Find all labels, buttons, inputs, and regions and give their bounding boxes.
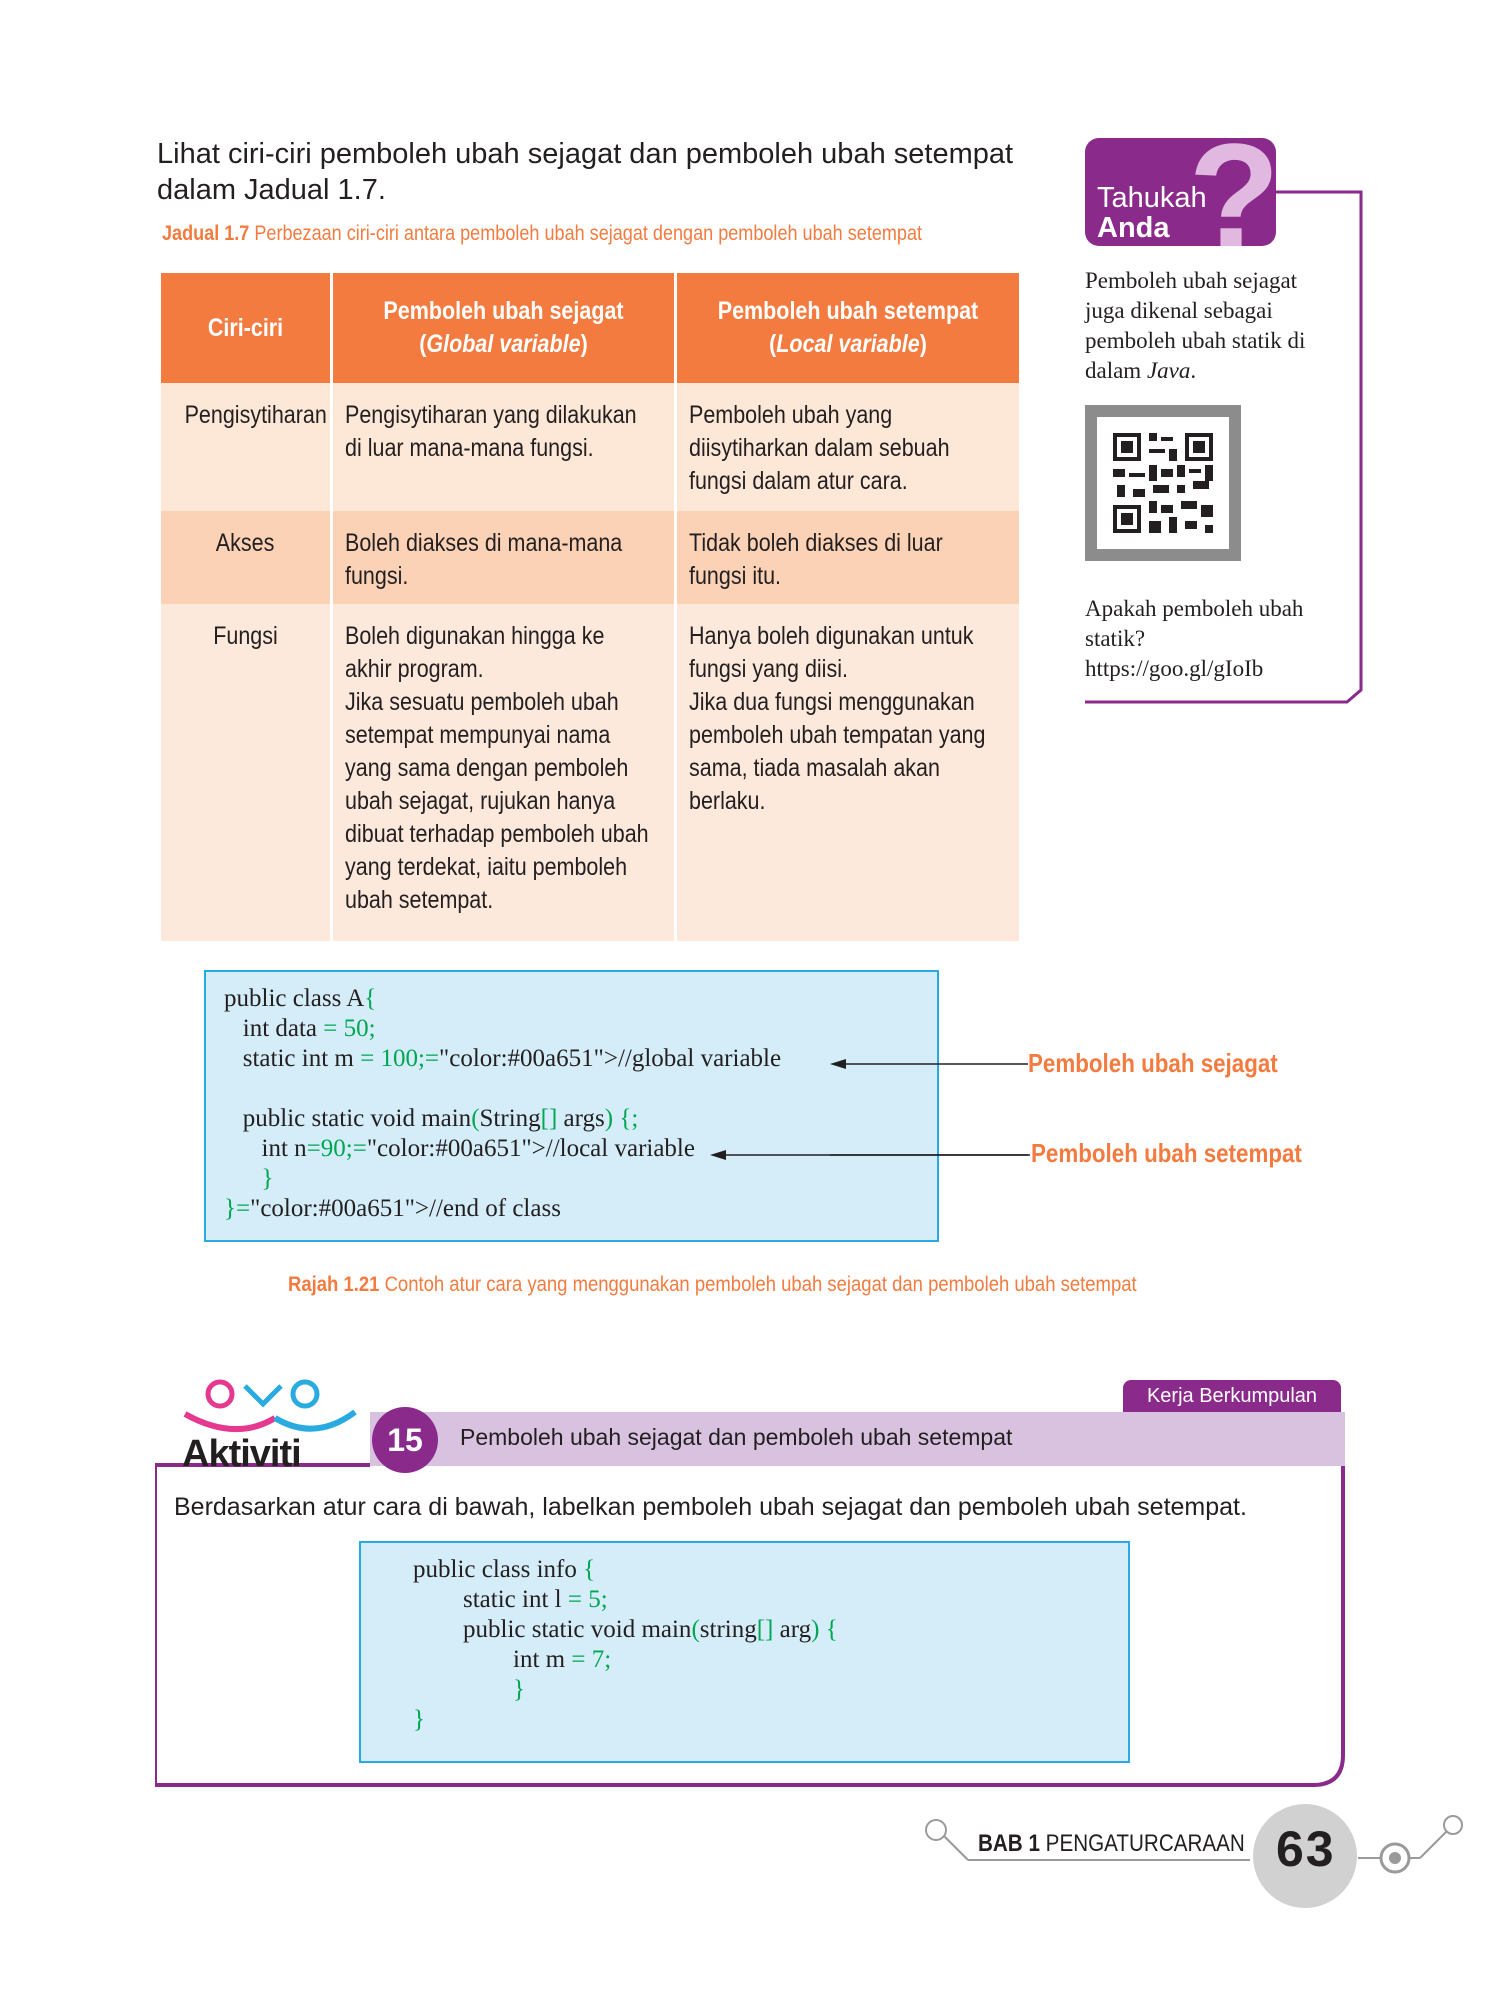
code-line: }="color:#00a651">//end of class	[224, 1195, 561, 1222]
arrow-left-icon	[830, 1059, 846, 1069]
code-line: }	[261, 1165, 274, 1192]
header-ciri-ciri: Ciri-ciri	[161, 273, 333, 383]
footer-chapter: BAB 1 PENGATURCARAAN	[978, 1830, 1245, 1857]
code-line: static int m = 100;="color:#00a651">//gl…	[224, 1045, 782, 1072]
table-caption-label: Jadual 1.7	[162, 222, 250, 245]
local-cell: Pemboleh ubah yang	[689, 401, 893, 429]
code-line: }	[413, 1706, 425, 1733]
local-cell: Tidak boleh diakses di luar	[689, 529, 943, 557]
page-number: 63	[1276, 1821, 1336, 1877]
feature-cell: Akses	[216, 529, 275, 557]
code-line: int n=90;="color:#00a651">//local variab…	[224, 1135, 695, 1162]
table-caption-text: Perbezaan ciri-ciri antara pemboleh ubah…	[254, 222, 923, 245]
code-line: int data = 50;	[224, 1015, 376, 1042]
sidebar-link[interactable]: https://goo.gl/gIoIb	[1085, 654, 1340, 684]
arrow-left-icon	[710, 1150, 726, 1160]
table-row: Pengisytiharan Pengisytiharan yang dilak…	[161, 383, 1019, 511]
annotation-arrows	[830, 1059, 1028, 1156]
figure-caption: Rajah 1.21 Contoh atur cara yang menggun…	[288, 1273, 1137, 1296]
code-line: public static void main(string[] arg) {	[413, 1616, 838, 1643]
code-block: public class A{ int data = 50; static in…	[224, 984, 781, 1224]
global-cell: Boleh digunakan hingga ke	[345, 622, 605, 650]
feature-cell: Fungsi	[213, 622, 278, 650]
code-line: }	[513, 1676, 525, 1703]
code-line: public class A{	[224, 985, 377, 1012]
badge-line2: Anda	[1097, 212, 1170, 244]
code-example-box: public class A{ int data = 50; static in…	[204, 970, 939, 1242]
kerja-berkumpulan-tab: Kerja Berkumpulan	[1123, 1380, 1341, 1412]
tahukah-anda-badge: ? Tahukah Anda	[1085, 138, 1276, 246]
label-global: Pemboleh ubah sejagat	[1028, 1048, 1278, 1078]
badge-line1: Tahukah	[1097, 182, 1207, 214]
comparison-table: Ciri-ciri Pemboleh ubah sejagat (Global …	[161, 273, 1019, 941]
table-caption: Jadual 1.7 Perbezaan ciri-ciri antara pe…	[162, 222, 923, 246]
code-block: public class info { static int l = 5; pu…	[413, 1555, 838, 1735]
global-cell: Boleh diakses di mana-mana	[345, 529, 623, 557]
code-line: public class info {	[413, 1556, 596, 1583]
label-local: Pemboleh ubah setempat	[1031, 1138, 1302, 1168]
code-line: int m = 7;	[413, 1646, 612, 1673]
local-cell: Hanya boleh digunakan untuk	[689, 622, 974, 650]
arrow-local	[710, 1150, 1030, 1160]
table-row: Fungsi Boleh digunakan hingga ke akhir p…	[161, 604, 1019, 941]
activity-number: 15	[372, 1407, 438, 1473]
table-row: Akses Boleh diakses di mana-mana fungsi.…	[161, 511, 1019, 604]
intro-paragraph: Lihat ciri-ciri pemboleh ubah sejagat da…	[157, 138, 1014, 206]
activity-title: Pemboleh ubah sejagat dan pemboleh ubah …	[460, 1424, 1013, 1450]
aktiviti-logo-text: Aktiviti	[182, 1433, 302, 1475]
table-header-row: Ciri-ciri Pemboleh ubah sejagat (Global …	[161, 273, 1019, 383]
global-cell: Pengisytiharan yang dilakukan	[345, 401, 637, 429]
activity-instruction: Berdasarkan atur cara di bawah, labelkan…	[174, 1493, 1247, 1521]
header-global: Pemboleh ubah sejagat (Global variable)	[333, 273, 677, 383]
qr-pattern	[1113, 433, 1213, 533]
header-local: Pemboleh ubah setempat (Local variable)	[677, 273, 1019, 383]
activity-code-box: public class info { static int l = 5; pu…	[359, 1541, 1130, 1763]
code-line: public static void main(String[] args) {…	[224, 1105, 639, 1132]
feature-cell: Pengisytiharan	[184, 401, 327, 429]
sidebar-question: Apakah pemboleh ubah statik? https://goo…	[1085, 594, 1340, 684]
sidebar-note: Pemboleh ubah sejagat juga dikenal sebag…	[1085, 268, 1306, 383]
qr-code-icon[interactable]	[1085, 405, 1241, 561]
code-line: static int l = 5;	[413, 1586, 608, 1613]
